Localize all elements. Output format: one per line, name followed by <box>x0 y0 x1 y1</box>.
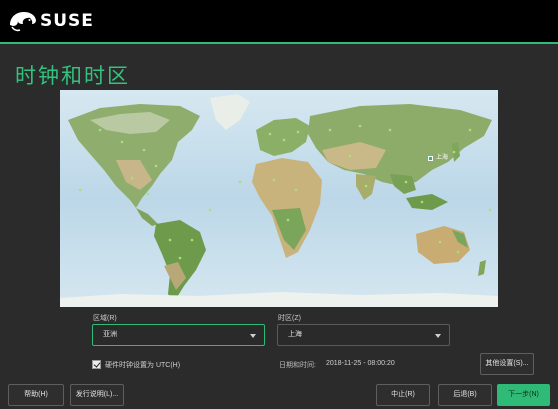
timezone-label: 时区(Z) <box>278 315 301 322</box>
help-button[interactable]: 帮助(H) <box>8 384 64 406</box>
region-value: 亚洲 <box>103 331 117 338</box>
region-select[interactable]: 亚洲 <box>92 324 265 346</box>
chevron-down-icon <box>435 334 441 338</box>
datetime-label: 日期和时间: <box>279 362 316 369</box>
back-button[interactable]: 后退(B) <box>438 384 492 406</box>
world-map-graphic <box>60 90 498 307</box>
abort-button[interactable]: 中止(R) <box>376 384 430 406</box>
selected-city-marker-icon <box>428 156 433 161</box>
other-settings-button[interactable]: 其他设置(S)... <box>480 353 534 375</box>
logo-text: SUSE <box>40 11 94 31</box>
timezone-value: 上海 <box>288 331 302 338</box>
world-map[interactable]: 上海 <box>60 90 498 307</box>
hardware-clock-utc-checkbox[interactable] <box>92 360 101 369</box>
selected-city-label: 上海 <box>436 155 449 161</box>
top-bar: SUSE <box>0 0 558 44</box>
next-button[interactable]: 下一步(N) <box>497 384 550 406</box>
datetime-value: 2018-11-25 - 08:00:20 <box>326 360 395 367</box>
region-label: 区域(R) <box>93 315 117 322</box>
chevron-down-icon <box>250 334 256 338</box>
chameleon-icon <box>10 12 36 32</box>
page-title: 时钟和时区 <box>15 64 130 88</box>
suse-logo: SUSE <box>8 9 94 33</box>
timezone-select[interactable]: 上海 <box>277 324 450 346</box>
hardware-clock-utc-label[interactable]: 硬件时钟设置为 UTC(H) <box>105 360 180 370</box>
release-notes-button[interactable]: 发行说明(L)... <box>70 384 124 406</box>
